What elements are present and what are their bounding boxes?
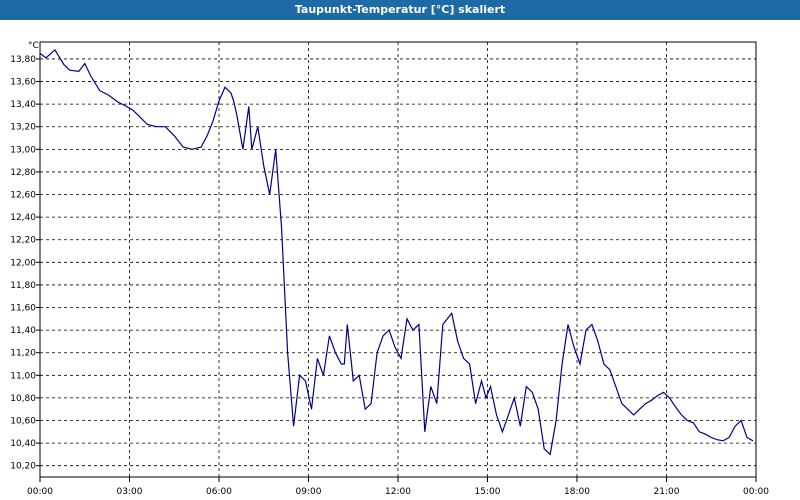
chart-window: Taupunkt-Temperatur [°C] skaliert 10,20 1… xyxy=(0,0,800,500)
y-axis-ticks: 10,20 10,40 10,60 10,80 11,00 11,20 11,40 11,60… xyxy=(10,55,40,472)
y-axis-unit: °C xyxy=(28,41,39,51)
y-tick-label: 12,80 xyxy=(10,168,36,178)
dewpoint-chart: 10,20 10,40 10,60 10,80 11,00 11,20 11,40 11,60… xyxy=(10,41,769,497)
y-tick-label: 10,80 xyxy=(10,394,36,404)
x-tick-time: 06:00 xyxy=(206,487,232,497)
y-tick-label: 13,80 xyxy=(10,55,36,65)
x-tick-time: 21:00 xyxy=(654,487,680,497)
y-tick-label: 11,40 xyxy=(10,326,36,336)
x-tick-time: 03:00 xyxy=(117,487,143,497)
y-tick-label: 11,00 xyxy=(10,371,36,381)
y-tick-label: 13,20 xyxy=(10,123,36,133)
y-tick-label: 13,60 xyxy=(10,78,36,88)
y-tick-label: 13,40 xyxy=(10,100,36,110)
x-tick-time: 12:00 xyxy=(385,487,411,497)
y-tick-label: 12,20 xyxy=(10,236,36,246)
y-tick-label: 11,20 xyxy=(10,349,36,359)
y-tick-label: 12,40 xyxy=(10,213,36,223)
y-tick-label: 12,60 xyxy=(10,191,36,201)
x-tick-time: 09:00 xyxy=(296,487,322,497)
x-axis-ticks: 00:0019.06.2503:0019.06.2506:0019.06.250… xyxy=(27,477,769,497)
y-tick-label: 10,20 xyxy=(10,462,36,472)
y-tick-label: 10,60 xyxy=(10,417,36,427)
x-tick-time: 18:00 xyxy=(564,487,590,497)
y-tick-label: 12,00 xyxy=(10,258,36,268)
x-tick-time: 00:00 xyxy=(743,487,769,497)
y-tick-label: 10,40 xyxy=(10,439,36,449)
x-tick-time: 15:00 xyxy=(475,487,501,497)
y-tick-label: 11,80 xyxy=(10,281,36,291)
y-tick-label: 11,60 xyxy=(10,304,36,314)
y-tick-label: 13,00 xyxy=(10,145,36,155)
window-title: Taupunkt-Temperatur [°C] skaliert xyxy=(0,0,800,20)
x-tick-time: 00:00 xyxy=(27,487,53,497)
